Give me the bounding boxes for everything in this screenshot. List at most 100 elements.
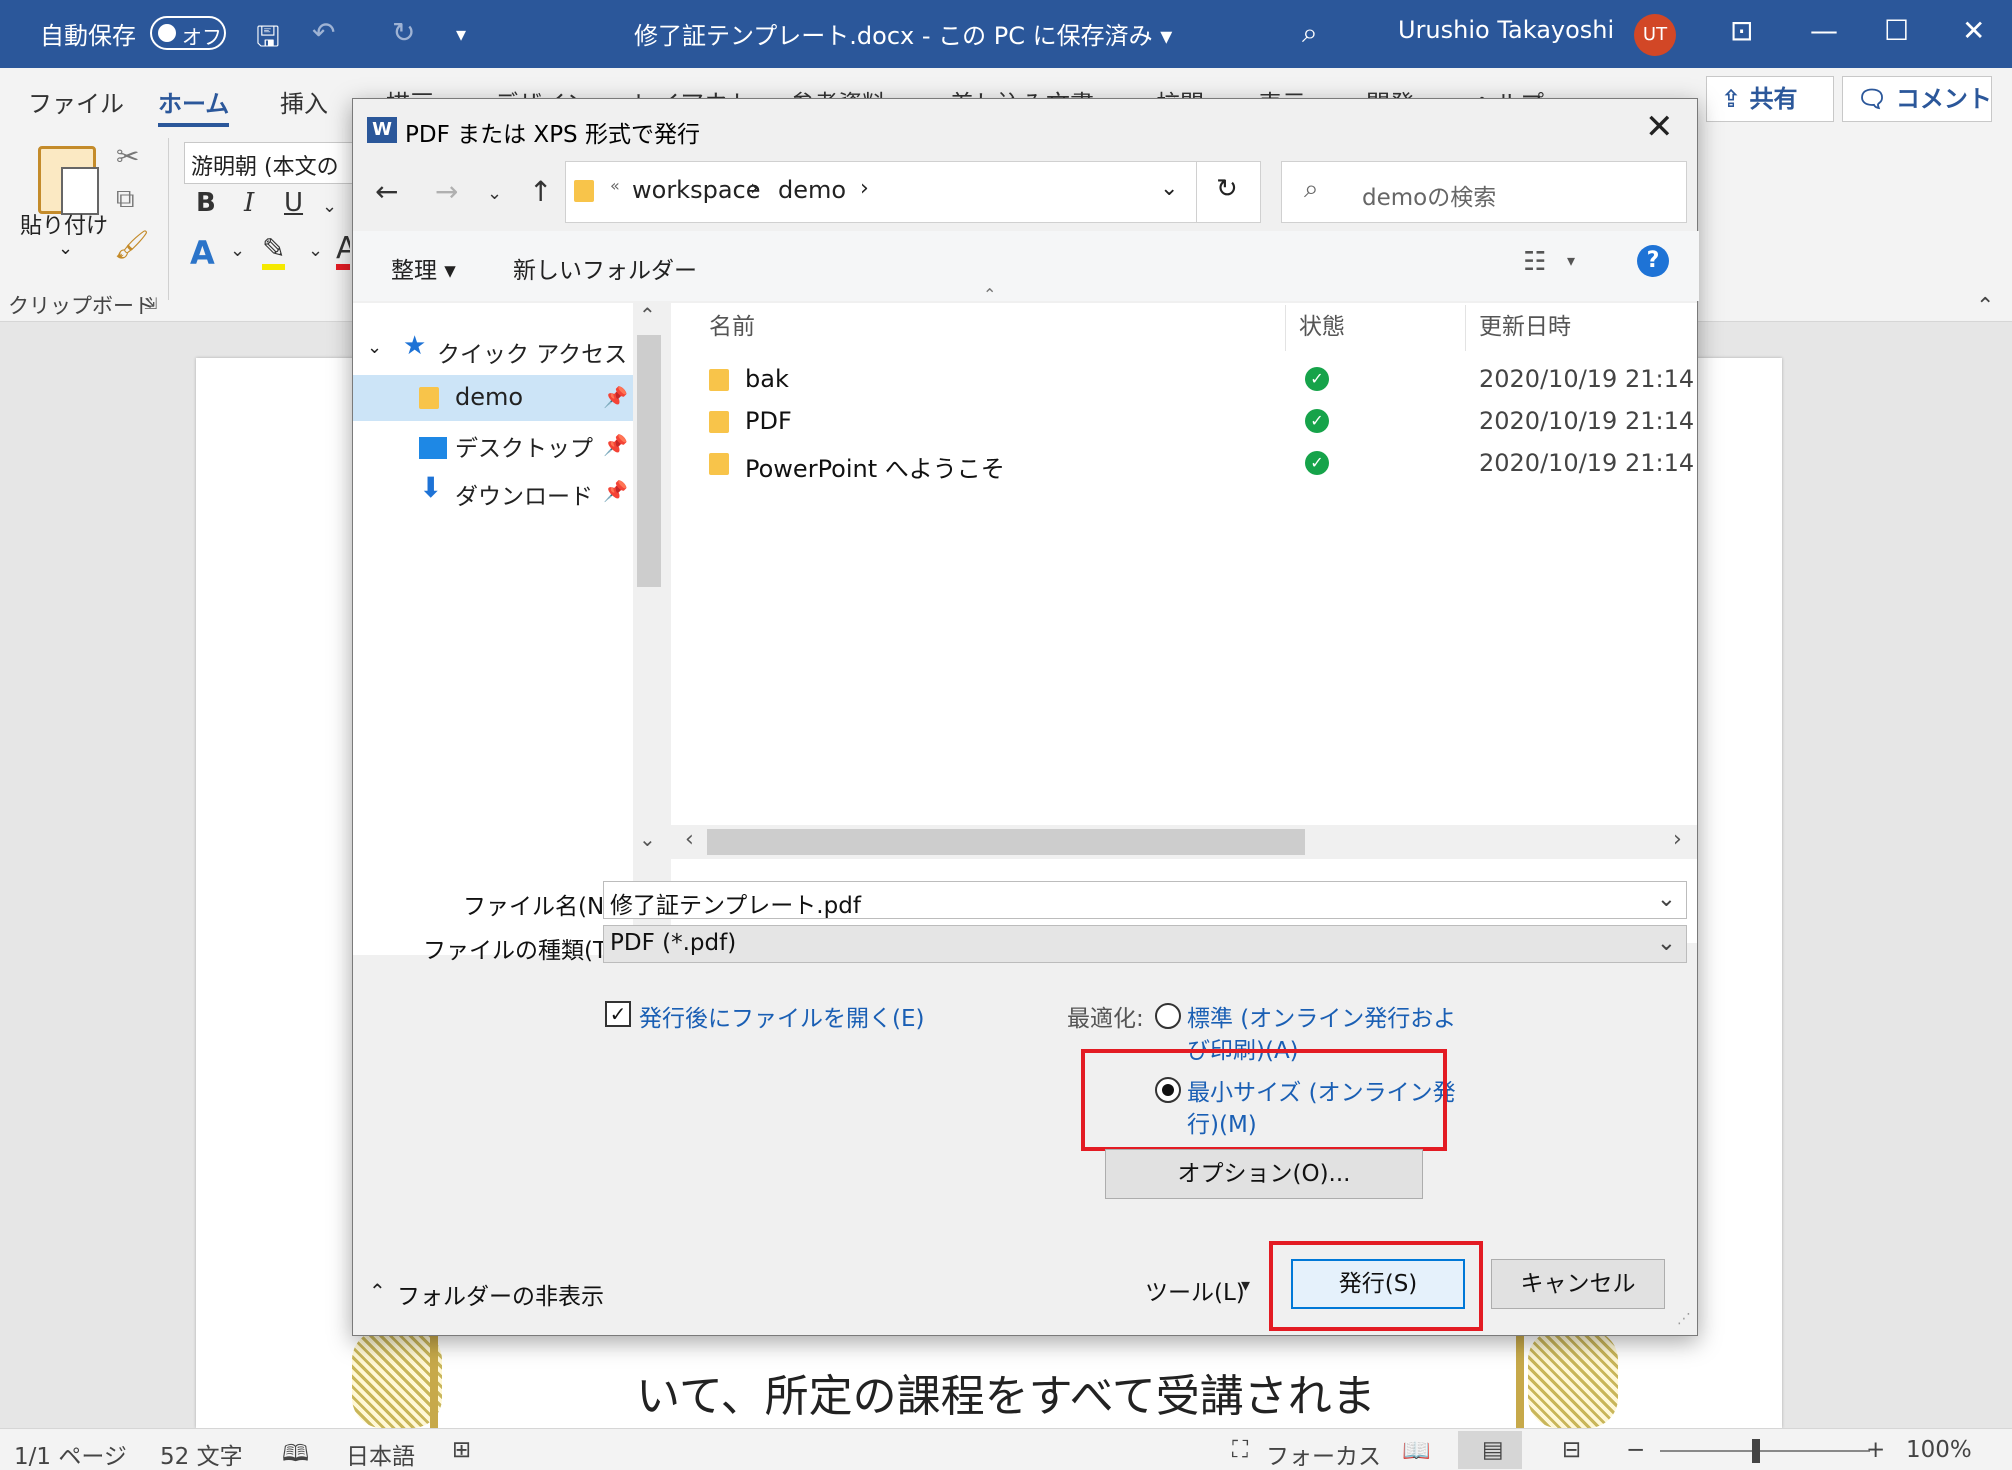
breadcrumb-chevron-icon[interactable]: › (750, 176, 759, 201)
tab-home[interactable]: ホーム (158, 84, 230, 127)
tab-insert[interactable]: 挿入 (280, 84, 328, 119)
share-button[interactable]: ⇪ 共有 (1706, 76, 1834, 122)
hide-folders-button[interactable]: フォルダーの非表示 (397, 1277, 604, 1311)
close-icon[interactable]: ✕ (1962, 14, 1985, 47)
ribbon-display-icon[interactable]: ⊡ (1730, 14, 1753, 47)
zoom-slider-track[interactable] (1660, 1450, 1870, 1452)
read-mode-icon[interactable]: 📖 (1402, 1437, 1431, 1464)
filename-input[interactable]: 修了証テンプレート.pdf ⌄ (603, 881, 1687, 919)
list-item[interactable]: PDF ✓ 2020/10/19 21:14 (709, 405, 1694, 439)
pin-icon[interactable]: 📌 (603, 433, 628, 457)
accessibility-icon[interactable]: ⊞ (452, 1437, 471, 1463)
undo-icon[interactable]: ↶ (312, 16, 335, 49)
optimize-standard-label-line1[interactable]: 標準 (オンライン発行およ (1187, 999, 1456, 1033)
search-input[interactable]: ⌕ demoの検索 (1281, 161, 1687, 223)
font-color-icon[interactable]: A (336, 234, 350, 270)
column-header-modified[interactable]: 更新日時 (1479, 307, 1571, 341)
tab-file[interactable]: ファイル (28, 84, 124, 119)
options-button[interactable]: オプション(O)... (1105, 1149, 1423, 1199)
cancel-button[interactable]: キャンセル (1491, 1259, 1665, 1309)
redo-icon[interactable]: ↻ (392, 16, 415, 49)
minimize-icon[interactable]: — (1810, 14, 1838, 47)
search-icon[interactable]: ⌕ (1302, 16, 1318, 50)
quick-access-label[interactable]: クイック アクセス (437, 335, 627, 369)
paste-label[interactable]: 貼り付け (20, 208, 108, 240)
scroll-down-icon[interactable]: ⌄ (639, 827, 656, 851)
language-indicator[interactable]: 日本語 (346, 1437, 415, 1470)
collapse-ribbon-icon[interactable]: ⌃ (1976, 294, 1994, 319)
avatar[interactable]: UT (1634, 14, 1676, 56)
dialog-launcher-icon[interactable]: ⇲ (144, 294, 157, 313)
list-item[interactable]: bak ✓ 2020/10/19 21:14 (709, 363, 1694, 397)
highlight-icon[interactable]: ✎ (262, 234, 286, 270)
cut-icon[interactable]: ✂ (116, 140, 139, 173)
document-body-text[interactable]: いて、所定の課程をすべて受講されま (0, 1360, 2012, 1424)
autosave-toggle[interactable]: オフ (150, 16, 226, 50)
format-painter-icon[interactable]: 🖌 (114, 228, 150, 261)
column-header-name[interactable]: 名前 (709, 307, 755, 341)
up-icon[interactable]: ↑ (529, 175, 552, 208)
optimize-standard-radio[interactable] (1155, 1003, 1181, 1029)
back-icon[interactable]: ← (375, 175, 398, 208)
print-layout-icon[interactable]: ▤ (1482, 1437, 1504, 1463)
hide-folders-icon[interactable]: ⌃ (369, 1279, 386, 1303)
scroll-up-icon[interactable]: ⌃ (639, 303, 656, 327)
page-count[interactable]: 1/1 ページ (14, 1437, 127, 1470)
quick-access-expand-icon[interactable]: ⌄ (367, 337, 382, 358)
zoom-level[interactable]: 100% (1906, 1437, 1972, 1463)
underline-dropdown-icon[interactable]: ⌄ (322, 196, 337, 217)
nav-scrollbar-thumb[interactable] (637, 335, 661, 587)
address-history-icon[interactable]: ⌄ (1160, 176, 1178, 201)
address-bar[interactable]: « workspace › demo › ⌄ ↻ (565, 161, 1261, 223)
zoom-slider-thumb[interactable] (1752, 1439, 1760, 1463)
copy-icon[interactable]: ⧉ (116, 184, 135, 215)
dialog-close-icon[interactable]: ✕ (1645, 107, 1674, 147)
bold-button[interactable]: B (196, 188, 216, 218)
breadcrumb-workspace[interactable]: workspace (632, 176, 760, 204)
focus-mode-label[interactable]: フォーカス (1266, 1437, 1381, 1470)
comment-button[interactable]: 🗨 コメント (1842, 76, 1992, 122)
filetype-select[interactable]: PDF (*.pdf) ⌄ (603, 925, 1687, 963)
paste-icon[interactable] (38, 146, 99, 215)
recent-locations-icon[interactable]: ⌄ (487, 183, 502, 204)
scroll-right-icon[interactable]: › (1673, 827, 1682, 852)
word-count[interactable]: 52 文字 (160, 1437, 243, 1470)
text-effects-icon[interactable]: A (190, 234, 215, 272)
nav-item-desktop[interactable]: デスクトップ (455, 429, 593, 463)
text-effects-dropdown-icon[interactable]: ⌄ (230, 240, 245, 261)
breadcrumb-overflow[interactable]: « (610, 176, 620, 195)
user-name[interactable]: Urushio Takayoshi (1398, 16, 1614, 44)
nav-item-downloads[interactable]: ダウンロード (455, 477, 593, 511)
open-after-label[interactable]: 発行後にファイルを開く(E) (639, 999, 924, 1033)
resize-grip-icon[interactable]: ⋰ (1677, 1311, 1691, 1327)
breadcrumb-chevron-icon[interactable]: › (860, 176, 869, 201)
view-options-icon[interactable]: ☷ (1523, 247, 1546, 277)
highlight-dropdown-icon[interactable]: ⌄ (308, 240, 323, 261)
web-layout-icon[interactable]: ⊟ (1562, 1437, 1581, 1463)
zoom-in-icon[interactable]: + (1866, 1437, 1885, 1463)
maximize-icon[interactable]: ☐ (1884, 14, 1909, 47)
customize-qat-icon[interactable]: ▾ (456, 22, 466, 46)
open-after-checkbox[interactable]: ✓ (605, 1001, 631, 1027)
scroll-left-icon[interactable]: ‹ (685, 827, 694, 852)
document-title[interactable]: 修了証テンプレート.docx - この PC に保存済み ▾ (634, 16, 1172, 51)
organize-button[interactable]: 整理 ▾ (391, 251, 456, 285)
proofing-icon[interactable]: 🕮 (282, 1437, 309, 1470)
new-folder-button[interactable]: 新しいフォルダー (513, 251, 697, 285)
filename-dropdown-icon[interactable]: ⌄ (1657, 886, 1676, 912)
paste-dropdown-icon[interactable]: ⌄ (58, 238, 73, 259)
filetype-dropdown-icon[interactable]: ⌄ (1657, 930, 1676, 956)
forward-icon[interactable]: → (435, 175, 458, 208)
underline-button[interactable]: U (284, 188, 303, 218)
breadcrumb-demo[interactable]: demo (778, 176, 846, 204)
view-dropdown-icon[interactable]: ▾ (1567, 251, 1575, 270)
zoom-out-icon[interactable]: − (1626, 1437, 1645, 1463)
save-icon[interactable]: 🖫 (256, 16, 280, 64)
italic-button[interactable]: I (244, 188, 254, 218)
refresh-icon[interactable]: ↻ (1216, 174, 1238, 204)
pin-icon[interactable]: 📌 (603, 385, 628, 409)
nav-item-demo[interactable]: demo (455, 383, 523, 411)
tools-menu[interactable]: ツール(L) (1145, 1273, 1245, 1307)
pin-icon[interactable]: 📌 (603, 479, 628, 503)
font-name-combo[interactable]: 游明朝 (本文の (184, 142, 360, 184)
